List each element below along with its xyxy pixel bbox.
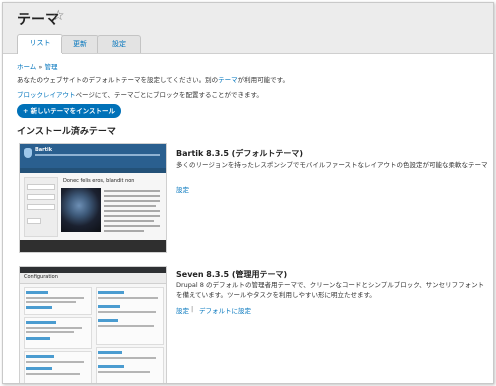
intro-text-2: ブロックレイアウトページにて、テーマごとにブロックを配置することができます。 (17, 89, 263, 99)
bartik-preview-nav (20, 168, 166, 173)
seven-settings-link[interactable]: 設定 (176, 305, 189, 315)
bartik-preview-text (104, 200, 160, 202)
bartik-preview-text (104, 210, 160, 212)
seven-preview-text (98, 325, 154, 327)
seven-preview-text (26, 361, 84, 363)
tab-settings[interactable]: 設定 (97, 35, 141, 53)
bartik-screenshot: Bartik Donec felis eros, blandit non (19, 143, 167, 253)
installed-themes-heading: インストール済みテーマ (17, 127, 116, 137)
breadcrumb-separator: » (38, 63, 43, 71)
seven-preview-link (98, 291, 124, 294)
seven-preview-text (26, 331, 74, 333)
bartik-preview-text (104, 225, 160, 227)
star-icon[interactable]: ☆ (52, 8, 65, 24)
bartik-preview-field (27, 194, 55, 200)
seven-preview-text (26, 373, 80, 375)
seven-theme-title: Seven 8.3.5 (管理用テーマ) (176, 270, 288, 279)
bartik-preview-field (27, 184, 55, 190)
intro-text-1-start: あなたのウェブサイトのデフォルトテーマを設定してください。別の (17, 76, 219, 84)
bartik-preview-text (104, 190, 160, 192)
seven-preview-text (26, 301, 76, 303)
bartik-preview-text (104, 220, 154, 222)
seven-set-default-link[interactable]: デフォルトに設定 (199, 305, 251, 315)
seven-preview-link (98, 351, 122, 354)
seven-preview-heading: Configuration (24, 274, 58, 280)
bartik-settings-link[interactable]: 設定 (176, 184, 189, 194)
seven-preview-link (98, 305, 120, 308)
tab-list[interactable]: リスト (17, 34, 63, 54)
breadcrumb-home-link[interactable]: ホーム (17, 63, 36, 71)
seven-preview-text (98, 297, 158, 299)
intro-text-1: あなたのウェブサイトのデフォルトテーマを設定してください。別のテーマが利用可能で… (17, 74, 289, 84)
bartik-preview-button (27, 218, 41, 224)
seven-preview-text (26, 327, 82, 329)
seven-preview-link (26, 355, 54, 358)
bartik-theme-title: Bartik 8.3.5 (デフォルトテーマ) (176, 149, 303, 158)
page-header: テーマ ☆ リスト 更新 設定 (3, 3, 493, 54)
bartik-preview-footer (20, 240, 166, 252)
bartik-preview-text (104, 215, 160, 217)
seven-theme-description: Drupal 8 のデフォルトの管理者用テーマで、クリーンなコードとシンプルブロ… (176, 281, 485, 299)
screenshot-frame: テーマ ☆ リスト 更新 設定 ホーム » 管理 あなたのウェブサイトのデフォル… (2, 2, 494, 384)
themes-link[interactable]: テーマ (218, 76, 238, 84)
bartik-preview-site-name: Bartik (35, 147, 53, 153)
tab-update[interactable]: 更新 (61, 35, 99, 53)
earth-image (61, 188, 101, 232)
bartik-theme-description: 多くのリージョンを持ったレスポンシブでモバイルファーストなレイアウトの色設定が可… (176, 161, 488, 169)
seven-preview-link (26, 291, 48, 294)
seven-preview-text (98, 357, 156, 359)
seven-preview-block (96, 287, 164, 345)
seven-preview-text (26, 297, 84, 299)
bartik-preview-sidebar (24, 177, 58, 237)
bartik-preview-text (104, 195, 160, 197)
seven-preview-link (26, 367, 52, 370)
bartik-preview-field (27, 204, 55, 210)
breadcrumb-admin-link[interactable]: 管理 (44, 63, 57, 71)
bartik-preview-content-title: Donec felis eros, blandit non (63, 178, 135, 184)
seven-preview-link (26, 337, 50, 340)
breadcrumb: ホーム » 管理 (17, 61, 57, 71)
seven-preview-text (98, 311, 156, 313)
intro-text-1-end: が利用可能です。 (237, 76, 289, 84)
block-layout-link[interactable]: ブロックレイアウト (17, 91, 76, 99)
bartik-preview-text (104, 230, 144, 232)
bartik-preview-header: Bartik (20, 144, 166, 168)
seven-screenshot: Configuration (19, 266, 167, 383)
intro-text-2-end: ページにて、テーマごとにブロックを配置することができます。 (75, 91, 263, 99)
bartik-preview-slogan (35, 154, 160, 156)
seven-preview-link (98, 319, 118, 322)
seven-preview-text (98, 371, 150, 373)
seven-preview-link (98, 365, 124, 368)
seven-link-separator: | (191, 305, 194, 313)
drupal-logo-icon (24, 148, 32, 158)
install-theme-button[interactable]: + 新しいテーマをインストール (17, 104, 121, 118)
seven-preview-link (26, 306, 52, 309)
seven-preview-link (26, 321, 56, 324)
bartik-preview-text (104, 205, 156, 207)
